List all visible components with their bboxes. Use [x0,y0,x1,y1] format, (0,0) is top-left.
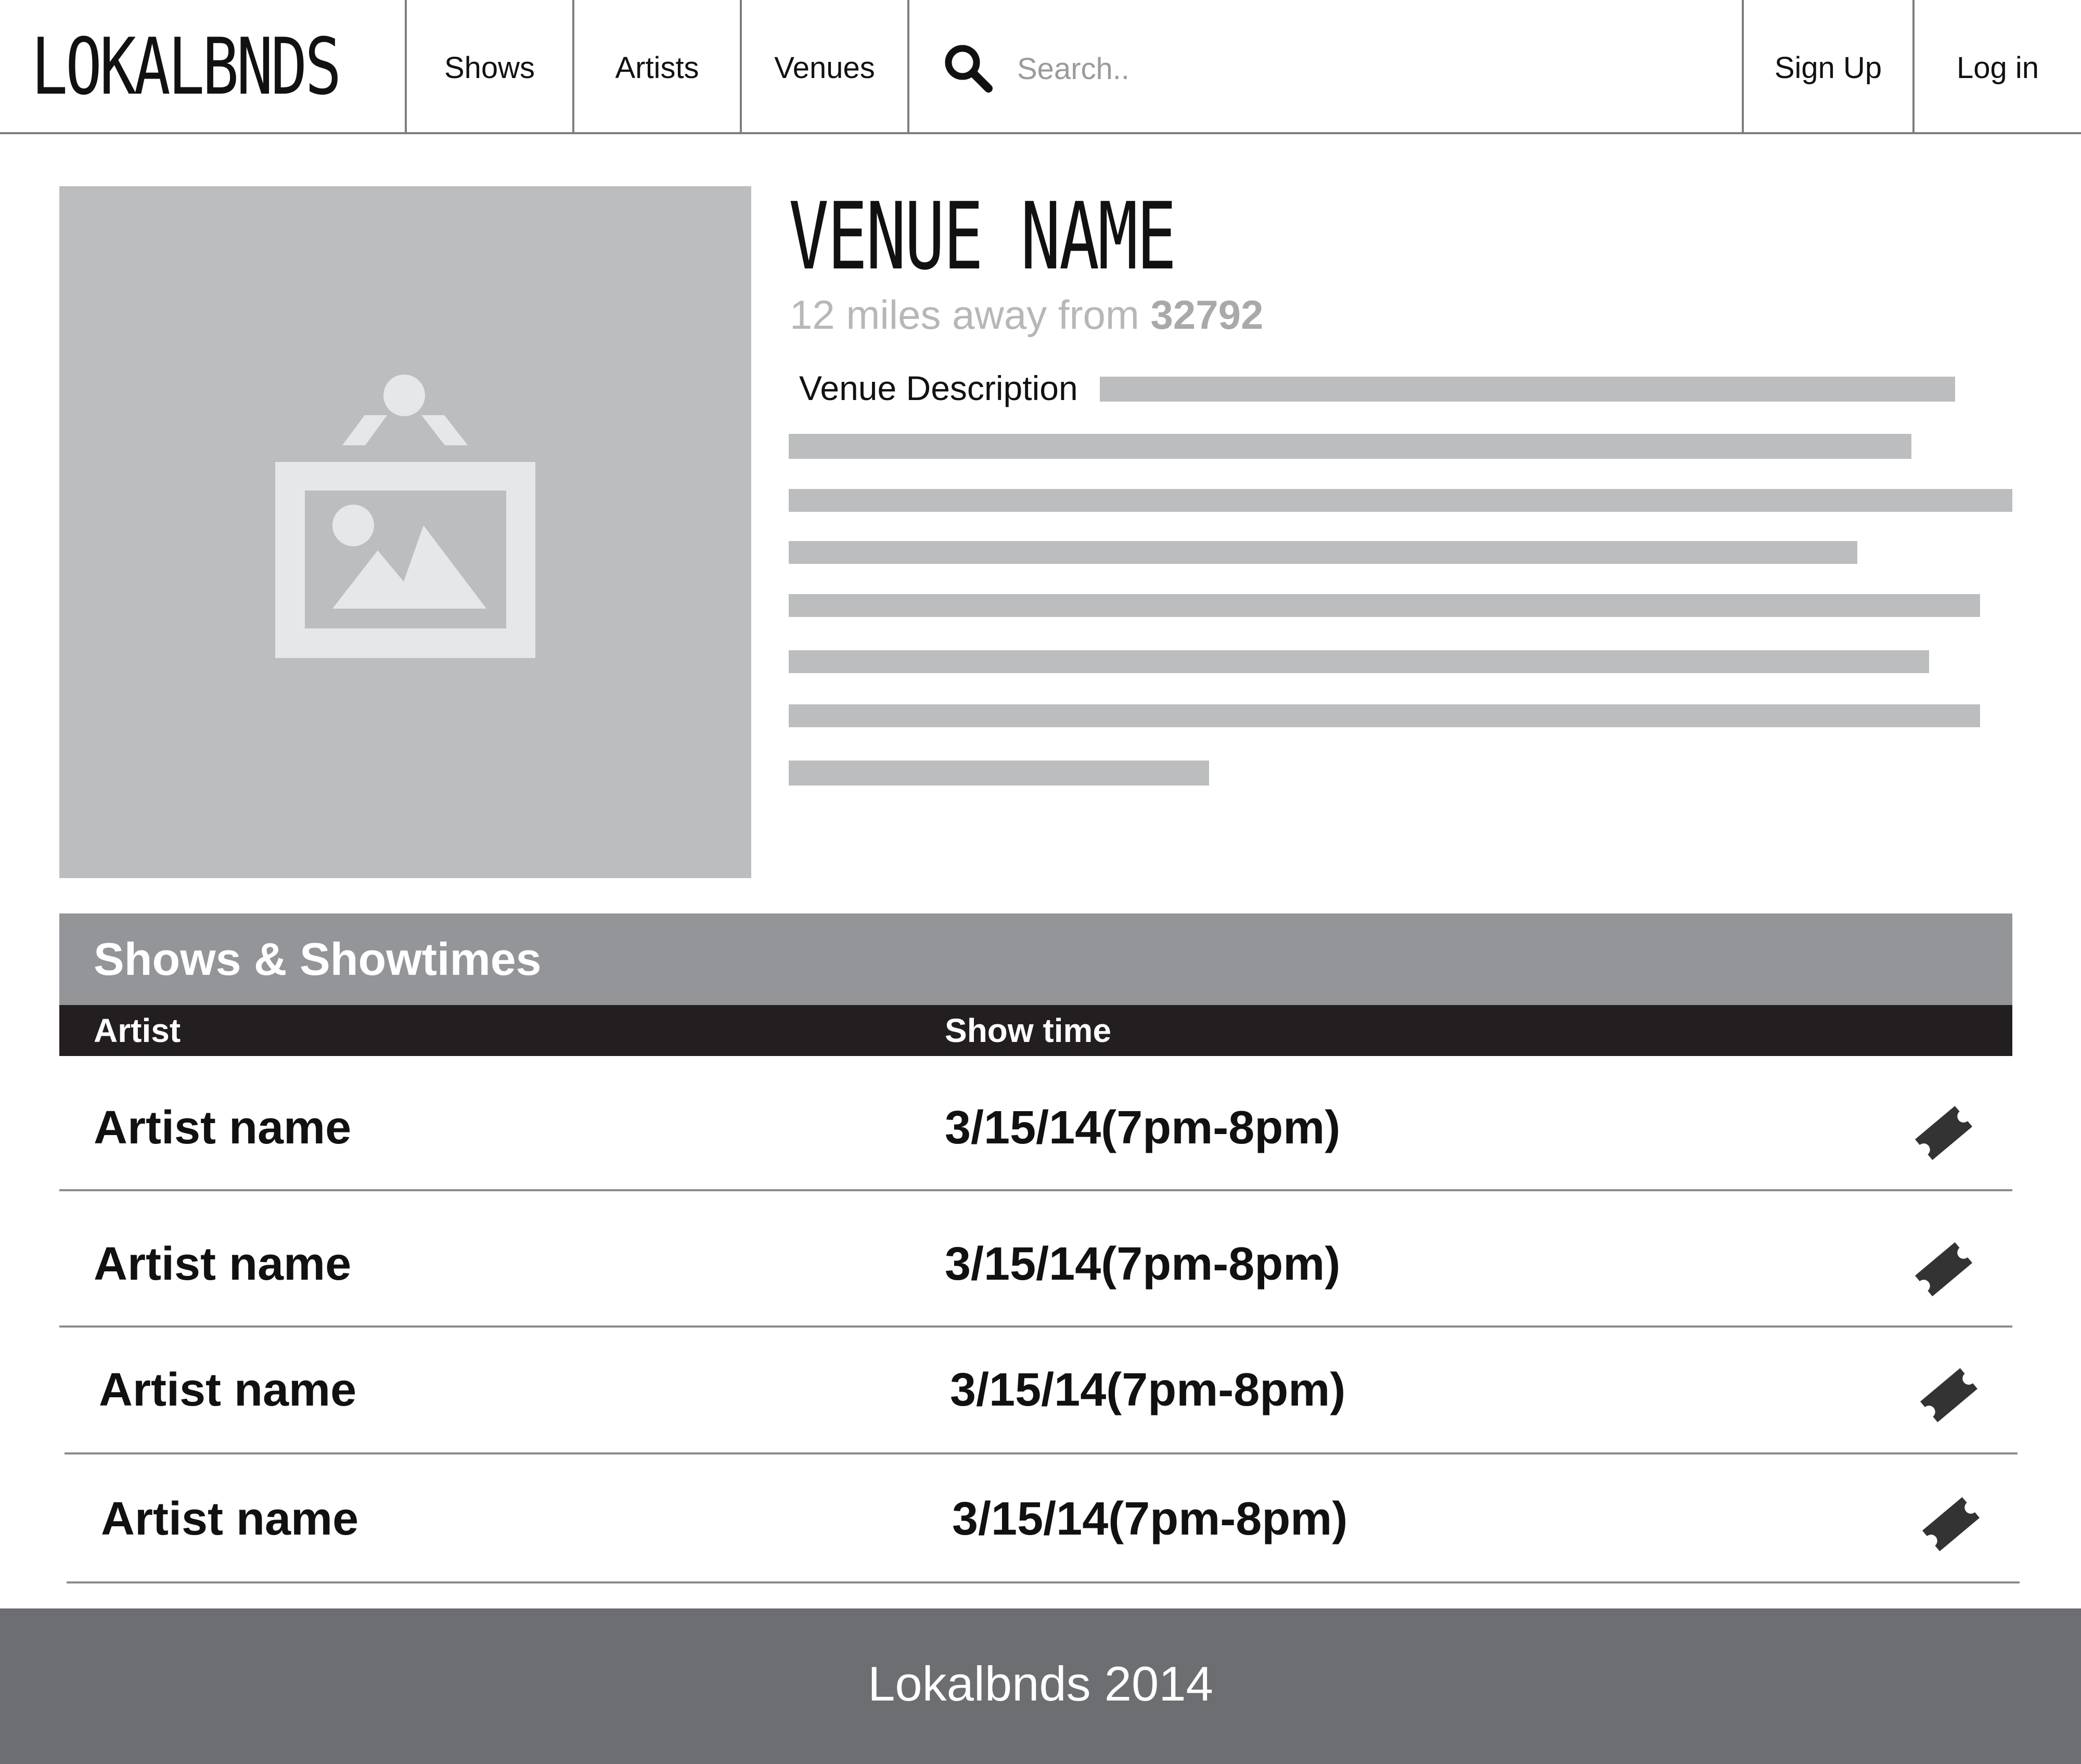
artist-name[interactable]: Artist name [101,1457,358,1581]
description-placeholder-line [789,704,1980,727]
venue-name-heading: VENUE NAME [789,183,1177,290]
nav-item-shows[interactable]: Shows [407,0,572,134]
show-time: 3/15/14(7pm-8pm) [945,1102,1341,1154]
show-time: 3/15/14(7pm-8pm) [950,1364,1346,1416]
distance-text: 12 miles away from [790,292,1151,338]
image-placeholder-icon [275,375,535,658]
log-in-link[interactable]: Log in [1915,0,2081,134]
search-icon[interactable] [943,43,993,93]
ticket-icon[interactable] [1907,1233,1980,1306]
distance-zip: 32792 [1150,292,1264,338]
row-divider [65,1452,2018,1454]
ticket-icon[interactable] [1907,1097,1980,1169]
site-logo[interactable]: LOKALBNDS [31,0,342,134]
shows-section-title: Shows & Showtimes [94,933,542,985]
row-divider [59,1189,2012,1191]
nav-item-venues[interactable]: Venues [742,0,907,134]
column-header-showtime: Show time [945,1012,1112,1049]
table-row: Artist name 3/15/14(7pm-8pm) [65,1328,2018,1452]
description-placeholder-line [789,434,1911,459]
table-row: Artist name 3/15/14(7pm-8pm) [67,1457,2020,1581]
venue-image [59,186,751,878]
description-placeholder-line [789,650,1929,673]
description-placeholder-line [1100,377,1955,402]
venue-page: LOKALBNDS Shows Artists Venues Sign Up L… [0,0,2081,1764]
description-placeholder-line [789,761,1209,786]
shows-section-header: Shows & Showtimes [59,913,2012,1005]
ticket-icon[interactable] [1912,1359,1985,1432]
show-time: 3/15/14(7pm-8pm) [952,1493,1348,1545]
table-row: Artist name 3/15/14(7pm-8pm) [59,1065,2012,1190]
venue-description-label: Venue Description [799,369,1078,407]
search-input[interactable] [1017,44,1704,94]
show-time: 3/15/14(7pm-8pm) [945,1238,1341,1290]
top-nav-bar: LOKALBNDS Shows Artists Venues Sign Up L… [0,0,2081,134]
nav-divider [907,0,909,134]
nav-item-artists[interactable]: Artists [574,0,740,134]
description-placeholder-line [789,594,1980,617]
table-row: Artist name 3/15/14(7pm-8pm) [59,1202,2012,1327]
sign-up-link[interactable]: Sign Up [1744,0,1912,134]
page-footer: Lokalbnds 2014 [0,1608,2081,1764]
venue-distance: 12 miles away from 32792 [790,291,1263,338]
artist-name[interactable]: Artist name [99,1328,356,1452]
column-header-artist: Artist [94,1012,181,1049]
description-placeholder-line [789,489,2012,512]
ticket-icon[interactable] [1915,1488,1987,1561]
artist-name[interactable]: Artist name [94,1065,351,1190]
description-placeholder-line [789,541,1857,564]
artist-name[interactable]: Artist name [94,1202,351,1327]
footer-text: Lokalbnds 2014 [868,1656,1213,1711]
row-divider [67,1581,2020,1583]
shows-column-header: Artist Show time [59,1005,2012,1056]
